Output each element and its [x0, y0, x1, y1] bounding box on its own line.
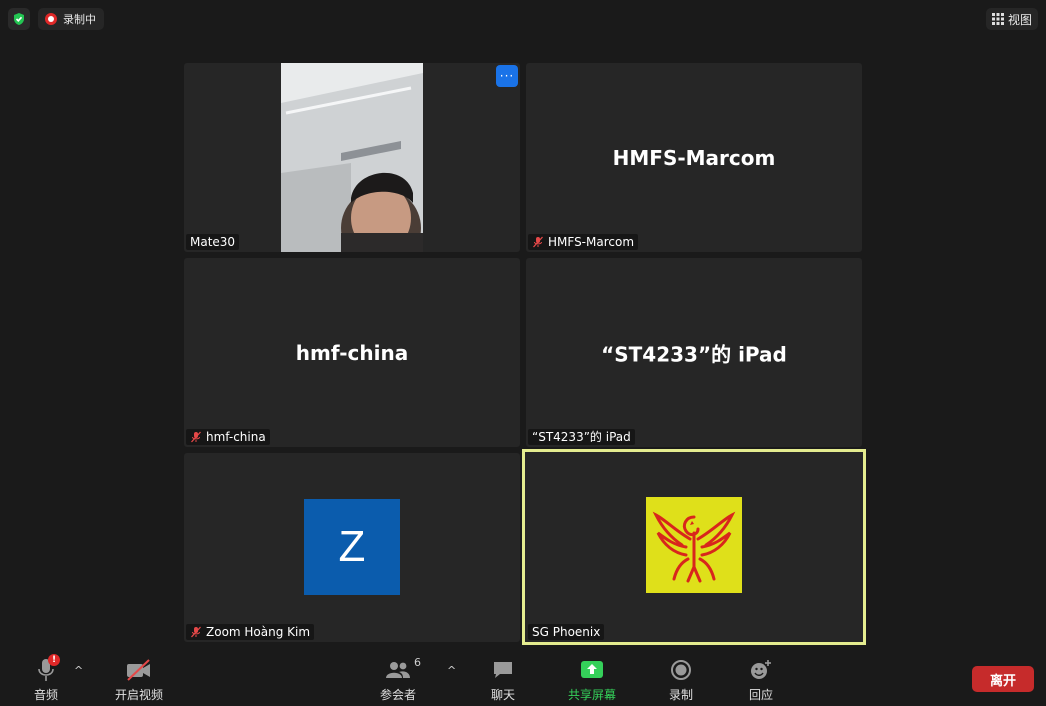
recording-icon [45, 13, 57, 25]
participants-button[interactable]: 6 参会者 [376, 656, 421, 703]
start-video-label: 开启视频 [114, 688, 163, 702]
participant-display-name: “ST4233”的 iPad [601, 342, 787, 366]
participant-name: hmf-china [206, 430, 266, 444]
reactions-label: 回应 [748, 688, 773, 702]
grid-icon [991, 13, 1004, 25]
participant-name: “ST4233”的 iPad [532, 430, 631, 444]
participant-name-tag: “ST4233”的 iPad [528, 429, 635, 445]
record-icon [671, 660, 691, 680]
participant-name: Mate30 [190, 235, 236, 249]
mic-muted-icon [191, 431, 201, 443]
share-screen-icon [581, 661, 603, 678]
start-video-button[interactable]: 开启视频 [112, 656, 166, 703]
security-shield-icon[interactable] [8, 8, 30, 30]
mic-muted-icon [533, 236, 543, 248]
participant-name-tag: SG Phoenix [528, 624, 605, 640]
participant-tile-zoom-hoang-kim[interactable]: Z Zoom Hoàng Kim [184, 453, 520, 642]
more-options-button[interactable]: ··· [496, 65, 518, 87]
participant-name-tag: Zoom Hoàng Kim [186, 624, 315, 640]
participants-icon [386, 662, 410, 678]
participant-tile-sg-phoenix[interactable]: SG Phoenix [524, 451, 864, 643]
avatar: Z [304, 499, 400, 595]
view-label: 视图 [1007, 12, 1032, 27]
share-screen-button[interactable]: 共享屏幕 [564, 656, 620, 703]
participant-display-name: hmf-china [295, 340, 409, 365]
audio-label: 音频 [33, 688, 58, 702]
mic-muted-icon [191, 626, 201, 638]
add-reaction-icon [751, 660, 771, 679]
top-bar: 录制中 视图 [0, 0, 1046, 40]
participant-name-tag: Mate30 [186, 234, 240, 250]
video-off-icon [127, 659, 150, 681]
chat-label: 聊天 [490, 688, 515, 702]
participant-tile-st4233-ipad[interactable]: “ST4233”的 iPad “ST4233”的 iPad [526, 258, 862, 447]
participant-name: Zoom Hoàng Kim [206, 625, 311, 639]
share-screen-label: 共享屏幕 [567, 688, 616, 702]
participant-video [281, 63, 423, 252]
meeting-toolbar: ! 音频 ^ 开启视频 6 参会者 ^ 聊天 共享屏幕 录制 回应 离开 [0, 652, 1046, 706]
participant-name-tag: hmf-china [186, 429, 270, 445]
recording-label: 录制中 [63, 13, 96, 26]
participant-tile-hmfs-marcom[interactable]: HMFS-Marcom HMFS-Marcom [526, 63, 862, 252]
phoenix-logo-icon [646, 497, 742, 593]
chat-icon [494, 662, 512, 678]
participant-name: HMFS-Marcom [548, 235, 635, 249]
participant-name-tag: HMFS-Marcom [528, 234, 639, 250]
view-button[interactable]: 视图 [986, 8, 1038, 30]
leave-button[interactable]: 离开 [972, 666, 1034, 692]
alert-badge-icon: ! [48, 654, 60, 666]
audio-options-caret-icon[interactable]: ^ [74, 664, 83, 677]
chat-button[interactable]: 聊天 [486, 656, 520, 703]
record-label: 录制 [668, 688, 693, 702]
participants-options-caret-icon[interactable]: ^ [447, 664, 456, 677]
participant-display-name: HMFS-Marcom [612, 145, 776, 170]
participant-name: SG Phoenix [532, 625, 601, 639]
participant-tile-mate30[interactable]: ··· Mate30 [184, 63, 520, 252]
reactions-button[interactable]: 回应 [744, 656, 778, 703]
record-button[interactable]: 录制 [664, 656, 698, 703]
participants-count: 6 [414, 656, 421, 669]
participant-tile-hmf-china[interactable]: hmf-china hmf-china [184, 258, 520, 447]
participants-label: 参会者 [379, 688, 416, 702]
recording-indicator[interactable]: 录制中 [38, 8, 104, 30]
audio-button[interactable]: ! 音频 [28, 654, 64, 703]
